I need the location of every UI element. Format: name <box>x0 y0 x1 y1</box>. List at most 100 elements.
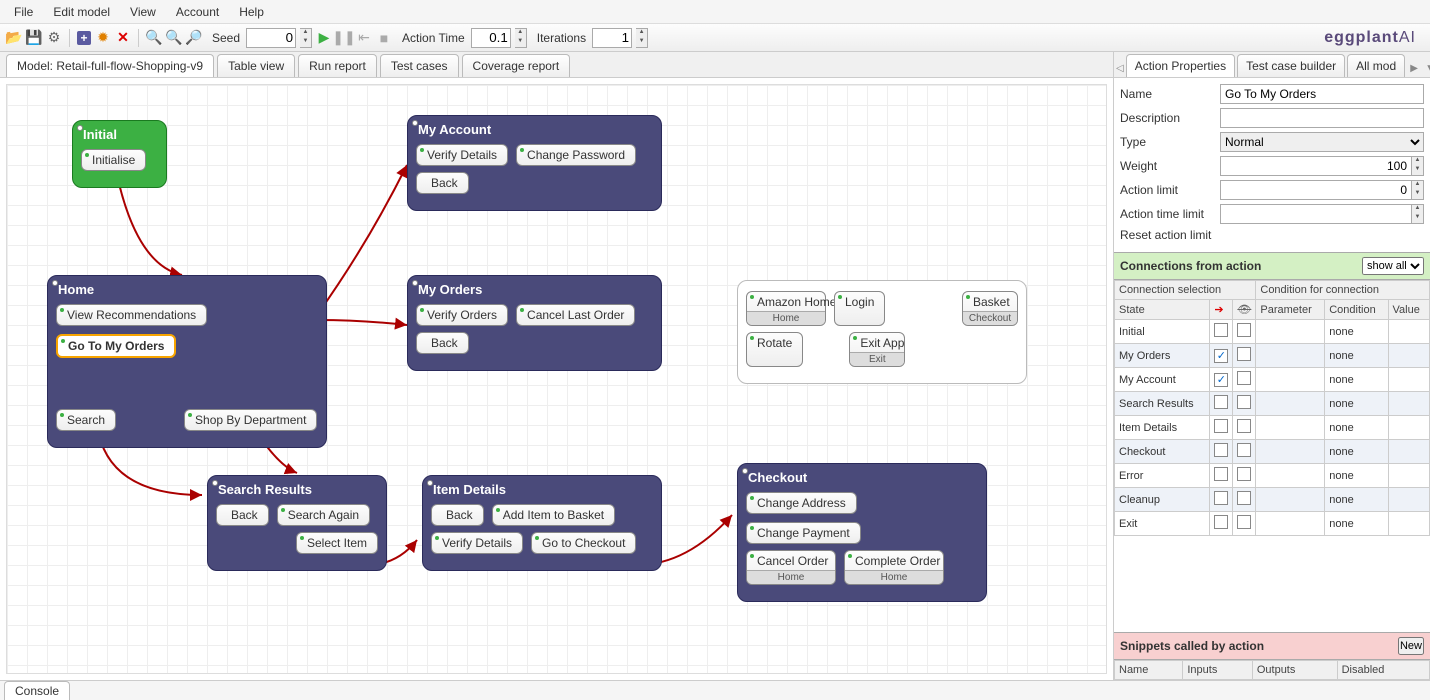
weight-input[interactable] <box>1220 156 1412 176</box>
state-my-orders[interactable]: My Orders Verify Orders Cancel Last Orde… <box>407 275 662 371</box>
menu-view[interactable]: View <box>120 2 166 22</box>
action-cancel-last-order[interactable]: Cancel Last Order <box>516 304 635 326</box>
action-back[interactable]: Back <box>416 332 469 354</box>
conn-condition[interactable]: none <box>1325 512 1388 536</box>
conn-eye-check[interactable] <box>1233 416 1256 440</box>
conn-parameter[interactable] <box>1256 416 1325 440</box>
action-search[interactable]: Search <box>56 409 116 431</box>
save-icon[interactable]: 💾 <box>26 30 42 46</box>
conn-condition[interactable]: none <box>1325 320 1388 344</box>
col-snippet-disabled[interactable]: Disabled <box>1337 661 1429 680</box>
action-limit-spinner[interactable]: ▲▼ <box>1412 180 1424 200</box>
menu-edit-model[interactable]: Edit model <box>43 2 120 22</box>
action-exit-app[interactable]: Exit AppExit <box>849 332 905 367</box>
col-eye-icon[interactable]: 👁 <box>1233 300 1256 320</box>
action-go-to-checkout[interactable]: Go to Checkout <box>531 532 636 554</box>
action-verify-details[interactable]: Verify Details <box>431 532 523 554</box>
conn-state[interactable]: Item Details <box>1115 416 1210 440</box>
action-time-limit-input[interactable] <box>1220 204 1412 224</box>
type-select[interactable]: Normal <box>1220 132 1424 152</box>
play-icon[interactable]: ▶ <box>316 30 332 46</box>
conn-state[interactable]: Error <box>1115 464 1210 488</box>
conn-condition[interactable]: none <box>1325 344 1388 368</box>
console-tab[interactable]: Console <box>4 681 70 700</box>
action-login[interactable]: Login <box>834 291 885 326</box>
action-cancel-order[interactable]: Cancel OrderHome <box>746 550 836 585</box>
tab-scroll-left-icon[interactable]: ◁ <box>1116 63 1124 77</box>
col-value[interactable]: Value <box>1388 300 1429 320</box>
conn-condition[interactable]: none <box>1325 368 1388 392</box>
conn-value[interactable] <box>1388 344 1429 368</box>
conn-arrow-check[interactable] <box>1210 440 1233 464</box>
action-time-input[interactable] <box>471 28 511 48</box>
conn-eye-check[interactable] <box>1233 344 1256 368</box>
conn-value[interactable] <box>1388 512 1429 536</box>
tab-table-view[interactable]: Table view <box>217 54 295 77</box>
conn-eye-check[interactable] <box>1233 512 1256 536</box>
action-change-password[interactable]: Change Password <box>516 144 636 166</box>
seed-spinner[interactable]: ▲▼ <box>300 28 312 48</box>
conn-arrow-check[interactable] <box>1210 464 1233 488</box>
iterations-input[interactable] <box>592 28 632 48</box>
menu-help[interactable]: Help <box>229 2 274 22</box>
conn-parameter[interactable] <box>1256 392 1325 416</box>
tab-run-report[interactable]: Run report <box>298 54 377 77</box>
action-basket[interactable]: BasketCheckout <box>962 291 1018 326</box>
zoom-fit-icon[interactable]: 🔍 <box>146 30 162 46</box>
conn-state[interactable]: Checkout <box>1115 440 1210 464</box>
stop-icon[interactable]: ■ <box>376 30 392 46</box>
state-checkout[interactable]: Checkout Change Address Change Payment C… <box>737 463 987 602</box>
state-item-details[interactable]: Item Details Back Add Item to Basket Ver… <box>422 475 662 571</box>
action-back[interactable]: Back <box>431 504 484 526</box>
action-change-address[interactable]: Change Address <box>746 492 857 514</box>
conn-arrow-check[interactable] <box>1210 488 1233 512</box>
conn-eye-check[interactable] <box>1233 464 1256 488</box>
weight-spinner[interactable]: ▲▼ <box>1412 156 1424 176</box>
tab-all-models[interactable]: All mod <box>1347 54 1405 77</box>
delete-icon[interactable]: ✕ <box>115 30 131 46</box>
tab-scroll-right-icon[interactable]: ▶ <box>1407 63 1421 77</box>
col-snippet-inputs[interactable]: Inputs <box>1183 661 1252 680</box>
action-limit-input[interactable] <box>1220 180 1412 200</box>
action-verify-orders[interactable]: Verify Orders <box>416 304 508 326</box>
col-condition[interactable]: Condition <box>1325 300 1388 320</box>
action-select-item[interactable]: Select Item <box>296 532 378 554</box>
gear-icon[interactable]: ⚙ <box>46 30 62 46</box>
conn-eye-check[interactable] <box>1233 320 1256 344</box>
tab-coverage[interactable]: Coverage report <box>462 54 571 77</box>
pause-icon[interactable]: ❚❚ <box>336 30 352 46</box>
action-add-item-to-basket[interactable]: Add Item to Basket <box>492 504 615 526</box>
col-parameter[interactable]: Parameter <box>1256 300 1325 320</box>
conn-parameter[interactable] <box>1256 320 1325 344</box>
tab-test-cases[interactable]: Test cases <box>380 54 459 77</box>
tab-action-properties[interactable]: Action Properties <box>1126 54 1235 77</box>
conn-condition[interactable]: none <box>1325 464 1388 488</box>
conn-state[interactable]: Search Results <box>1115 392 1210 416</box>
menu-account[interactable]: Account <box>166 2 229 22</box>
conn-value[interactable] <box>1388 464 1429 488</box>
menu-file[interactable]: File <box>4 2 43 22</box>
conn-condition[interactable]: none <box>1325 440 1388 464</box>
action-go-to-my-orders[interactable]: Go To My Orders <box>56 334 176 358</box>
model-canvas[interactable]: Initial Initialise Home View Recommendat… <box>6 84 1107 674</box>
state-my-account[interactable]: My Account Verify Details Change Passwor… <box>407 115 662 211</box>
col-snippet-name[interactable]: Name <box>1115 661 1183 680</box>
zoom-out-icon[interactable]: 🔍 <box>166 30 182 46</box>
action-time-spinner[interactable]: ▲▼ <box>515 28 527 48</box>
iterations-spinner[interactable]: ▲▼ <box>636 28 648 48</box>
conn-state[interactable]: My Account <box>1115 368 1210 392</box>
state-home[interactable]: Home View Recommendations Go To My Order… <box>47 275 327 448</box>
conn-parameter[interactable] <box>1256 440 1325 464</box>
conn-state[interactable]: Initial <box>1115 320 1210 344</box>
seed-input[interactable] <box>246 28 296 48</box>
action-back[interactable]: Back <box>216 504 269 526</box>
conn-parameter[interactable] <box>1256 344 1325 368</box>
conn-state[interactable]: My Orders <box>1115 344 1210 368</box>
name-input[interactable] <box>1220 84 1424 104</box>
conn-value[interactable] <box>1388 368 1429 392</box>
description-input[interactable] <box>1220 108 1424 128</box>
conn-value[interactable] <box>1388 440 1429 464</box>
conn-value[interactable] <box>1388 392 1429 416</box>
conn-arrow-check[interactable] <box>1210 416 1233 440</box>
connections-filter[interactable]: show all <box>1362 257 1424 275</box>
